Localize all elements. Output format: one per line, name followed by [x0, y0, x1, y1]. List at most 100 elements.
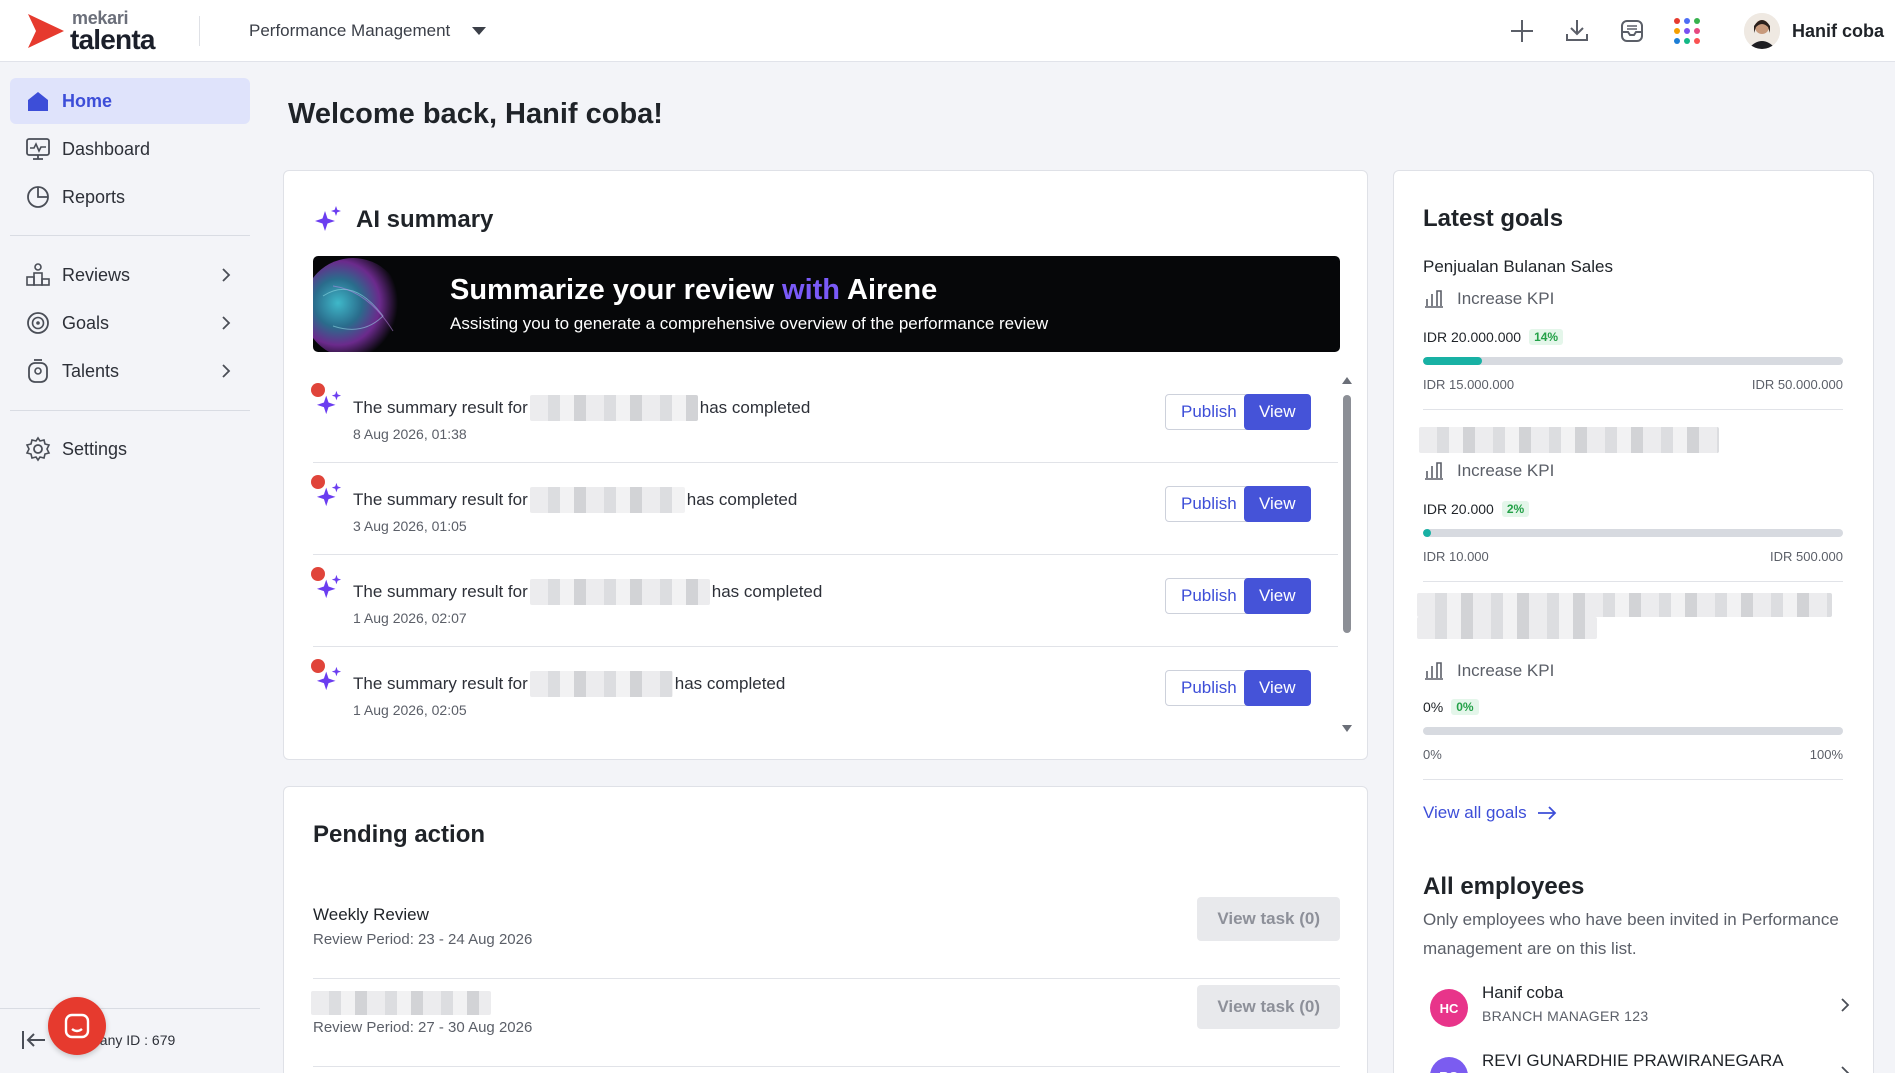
- header-divider: [199, 16, 200, 46]
- redacted-name: [529, 671, 673, 697]
- redacted-name: [529, 395, 698, 421]
- summary-message: The summary result for has completed: [353, 671, 785, 697]
- progress-badge: 2%: [1501, 501, 1530, 517]
- goal-progress-bar: [1423, 529, 1843, 537]
- scroll-up-icon[interactable]: [1342, 377, 1352, 384]
- goal-divider: [1423, 779, 1843, 780]
- employee-role: BRANCH MANAGER 123: [1482, 1008, 1649, 1024]
- dashboard-icon: [24, 135, 52, 163]
- view-task-button[interactable]: View task (0): [1197, 897, 1340, 941]
- sidebar-item-goals[interactable]: Goals: [10, 300, 250, 346]
- redacted-goal-name: [1419, 427, 1719, 453]
- summary-message: The summary result for has completed: [353, 487, 797, 513]
- latest-goals-title: Latest goals: [1423, 205, 1564, 232]
- pending-item-period: Review Period: 23 - 24 Aug 2026: [313, 931, 533, 948]
- employee-row[interactable]: HC Hanif coba BRANCH MANAGER 123: [1430, 983, 1850, 1031]
- list-item: The summary result for has completed 1 A…: [311, 647, 1338, 739]
- sparkle-icon: [316, 482, 342, 507]
- page-title: Welcome back, Hanif coba!: [288, 98, 663, 130]
- plus-icon[interactable]: [1505, 14, 1539, 48]
- progress-badge: 0%: [1451, 699, 1479, 715]
- progress-fill: [1423, 529, 1432, 537]
- sidebar-item-reviews[interactable]: Reviews: [10, 252, 250, 298]
- employee-name: REVI GUNARDHIE PRAWIRANEGARA: [1482, 1051, 1784, 1070]
- goal-value: IDR 20.000 2%: [1423, 501, 1530, 517]
- view-button[interactable]: View: [1244, 394, 1311, 430]
- summary-date: 3 Aug 2026, 01:05: [353, 518, 467, 534]
- avatar: RG: [1430, 1057, 1468, 1073]
- view-button[interactable]: View: [1244, 670, 1311, 706]
- bar-chart-icon: [1425, 662, 1443, 680]
- redacted-name: [529, 487, 685, 513]
- module-selector-label: Performance Management: [249, 21, 451, 40]
- pending-item-title: Weekly Review: [313, 905, 429, 924]
- user-name: Hanif coba: [1792, 20, 1885, 41]
- top-bar: mekari talenta Performance Management Ha…: [0, 0, 1895, 62]
- sidebar-item-label: Talents: [62, 360, 120, 381]
- sidebar-divider: [10, 410, 250, 411]
- ai-summary-scrollbar[interactable]: [1339, 371, 1355, 741]
- goal-range: 0% 100%: [1423, 747, 1843, 762]
- sidebar-item-reports[interactable]: Reports: [10, 174, 250, 220]
- publish-button[interactable]: Publish: [1165, 486, 1253, 522]
- chevron-down-icon: [472, 27, 487, 35]
- goal-divider: [1423, 581, 1843, 582]
- home-icon: [24, 87, 52, 115]
- chevron-right-icon: [222, 316, 231, 330]
- summary-date: 1 Aug 2026, 02:07: [353, 610, 467, 626]
- scrollbar-thumb[interactable]: [1343, 395, 1351, 633]
- view-task-button[interactable]: View task (0): [1197, 985, 1340, 1029]
- list-item: Review Period: 27 - 30 Aug 2026 View tas…: [311, 979, 1340, 1067]
- publish-button[interactable]: Publish: [1165, 578, 1253, 614]
- chevron-right-icon: [1841, 1066, 1850, 1073]
- sidebar-item-label: Home: [62, 90, 113, 111]
- row-divider: [313, 1066, 1340, 1067]
- reviews-icon: [24, 261, 52, 289]
- sidebar-item-dashboard[interactable]: Dashboard: [10, 126, 250, 172]
- publish-button[interactable]: Publish: [1165, 670, 1253, 706]
- apps-grid-icon[interactable]: [1670, 14, 1704, 48]
- ai-summary-list: The summary result for has completed 8 A…: [311, 371, 1338, 741]
- employee-row[interactable]: RG REVI GUNARDHIE PRAWIRANEGARA: [1430, 1051, 1850, 1073]
- chat-support-button[interactable]: [48, 997, 106, 1055]
- avatar: HC: [1430, 989, 1468, 1027]
- view-button[interactable]: View: [1244, 486, 1311, 522]
- talenta-logo[interactable]: mekari talenta: [26, 8, 186, 55]
- logo-big-text: talenta: [70, 24, 155, 55]
- publish-button[interactable]: Publish: [1165, 394, 1253, 430]
- redacted-title: [311, 991, 491, 1015]
- goal-value: IDR 20.000.000 14%: [1423, 329, 1564, 345]
- ai-summary-title: AI summary: [356, 206, 494, 233]
- view-all-goals-link[interactable]: View all goals: [1423, 803, 1557, 823]
- goal-divider: [1423, 409, 1843, 410]
- banner-title: Summarize your review with Airene: [450, 274, 938, 306]
- sidebar-item-label: Reviews: [62, 264, 131, 285]
- module-selector[interactable]: Performance Management: [249, 19, 487, 43]
- chevron-right-icon: [1841, 998, 1850, 1012]
- scroll-down-icon[interactable]: [1342, 725, 1352, 732]
- chevron-right-icon: [222, 268, 231, 282]
- sparkle-icon: [316, 574, 342, 599]
- arrow-right-icon: [1537, 806, 1556, 820]
- user-menu[interactable]: Hanif coba: [1744, 12, 1884, 50]
- sidebar-item-talents[interactable]: Talents: [10, 348, 250, 394]
- pending-action-card: Pending action Weekly Review Review Peri…: [283, 786, 1368, 1073]
- sidebar-item-home[interactable]: Home: [10, 78, 250, 124]
- avatar: [1744, 13, 1780, 49]
- sidebar-divider: [10, 235, 250, 236]
- goal-kpi: Increase KPI: [1423, 461, 1554, 481]
- sidebar-item-label: Goals: [62, 312, 110, 333]
- view-button[interactable]: View: [1244, 578, 1311, 614]
- talents-icon: [24, 357, 52, 385]
- redacted-goal-name: [1417, 593, 1832, 617]
- target-icon: [24, 309, 52, 337]
- latest-goals-card: Latest goals Penjualan Bulanan Sales Inc…: [1393, 170, 1874, 1073]
- list-item: The summary result for has completed 1 A…: [311, 555, 1338, 647]
- inbox-icon[interactable]: [1615, 14, 1649, 48]
- sparkle-icon: [315, 206, 341, 231]
- airene-orb-icon: [313, 258, 403, 352]
- sidebar-footer-divider: [0, 1008, 260, 1009]
- sidebar-item-settings[interactable]: Settings: [10, 426, 250, 472]
- collapse-sidebar-icon[interactable]: [20, 1028, 48, 1052]
- download-icon[interactable]: [1560, 14, 1594, 48]
